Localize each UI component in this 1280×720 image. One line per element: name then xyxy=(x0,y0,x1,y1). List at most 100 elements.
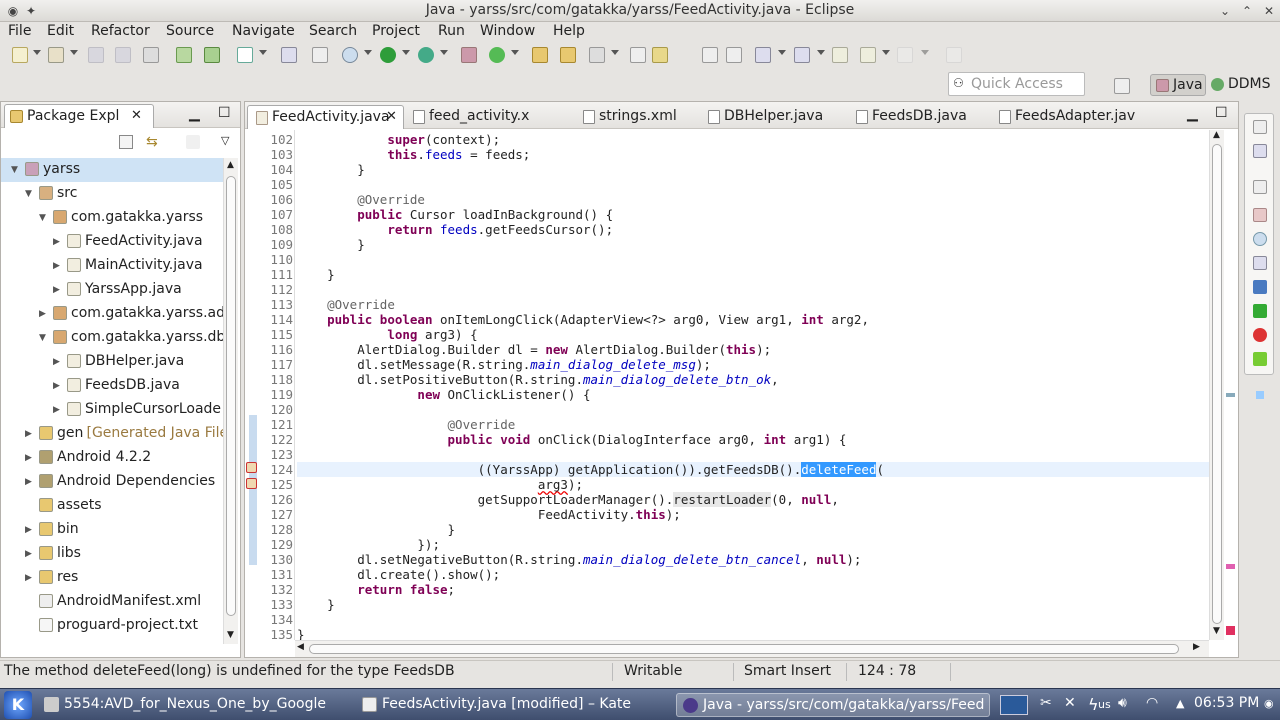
code-line[interactable]: dl.setNegativeButton(R.string.main_dialo… xyxy=(297,552,861,567)
editor-horizontal-scrollbar[interactable]: ◀ ▶ xyxy=(295,640,1209,657)
maximize-icon[interactable]: ⌃ xyxy=(1238,2,1256,20)
toggle-breadcrumb-icon[interactable] xyxy=(652,47,668,63)
tree-item[interactable]: ▶ FeedActivity.java xyxy=(1,230,223,254)
tab-strings-xml[interactable]: strings.xml xyxy=(575,105,697,129)
tree-item[interactable]: ▼ com.gatakka.yarss.db xyxy=(1,326,223,350)
package-explorer-tab[interactable]: Package Expl ✕ xyxy=(4,104,154,128)
expand-arrow-icon[interactable]: ▶ xyxy=(53,357,60,367)
code-line[interactable]: } xyxy=(297,522,456,537)
last-edit-location-icon[interactable] xyxy=(832,47,848,63)
overview-ruler[interactable] xyxy=(1224,130,1238,640)
code-line[interactable]: } xyxy=(297,627,305,640)
previous-annotation-dropdown-icon[interactable] xyxy=(817,50,825,55)
search-toolbar-icon[interactable] xyxy=(589,47,605,63)
expand-arrow-icon[interactable]: ▶ xyxy=(25,477,32,487)
bluetooth-icon[interactable]: ϟ xyxy=(1088,695,1099,714)
lint-dropdown-icon[interactable] xyxy=(259,50,267,55)
scroll-down-icon[interactable]: ▼ xyxy=(227,630,234,640)
class-dropdown-icon[interactable] xyxy=(511,50,519,55)
open-perspective-icon[interactable] xyxy=(1114,78,1130,94)
quick-access-input[interactable]: ⚇ Quick Access xyxy=(948,72,1085,96)
menu-refactor[interactable]: Refactor xyxy=(91,23,150,39)
network-manager-icon[interactable]: ✕ xyxy=(1064,695,1076,711)
restore-icon[interactable] xyxy=(1253,180,1267,194)
pin-editor-icon[interactable] xyxy=(946,47,962,63)
tree-item[interactable]: ▶ Android Dependencies xyxy=(1,470,223,494)
block-selection-icon[interactable] xyxy=(702,47,718,63)
code-line[interactable]: long arg3) { xyxy=(297,327,477,342)
new-wizard-icon[interactable] xyxy=(48,47,64,63)
tree-item[interactable]: proguard-project.txt xyxy=(1,614,223,638)
code-line[interactable]: super(context); xyxy=(297,132,500,147)
back-dropdown-icon[interactable] xyxy=(882,50,890,55)
code-line[interactable]: arg3); xyxy=(297,477,583,492)
menu-help[interactable]: Help xyxy=(553,23,585,39)
android-sdk-icon[interactable] xyxy=(176,47,192,63)
tab-feedsadapter-java[interactable]: FeedsAdapter.jav xyxy=(991,105,1157,129)
tab-feed-activity-xml[interactable]: feed_activity.x xyxy=(405,105,573,129)
expand-arrow-icon[interactable]: ▶ xyxy=(53,261,60,271)
menu-edit[interactable]: Edit xyxy=(47,23,74,39)
tree-item[interactable]: ▶ com.gatakka.yarss.ad xyxy=(1,302,223,326)
tab-feedactivity-java[interactable]: FeedActivity.java ✕ xyxy=(247,105,404,129)
expand-arrow-icon[interactable]: ▶ xyxy=(53,381,60,391)
tray-expand-icon[interactable]: ▲ xyxy=(1176,697,1184,710)
menu-source[interactable]: Source xyxy=(166,23,214,39)
code-line[interactable]: getSupportLoaderManager().restartLoader(… xyxy=(297,492,839,507)
code-line[interactable]: @Override xyxy=(297,417,516,432)
print-icon[interactable] xyxy=(143,47,159,63)
kde-menu-button[interactable]: K xyxy=(4,691,32,719)
collapse-arrow-icon[interactable]: ▼ xyxy=(25,189,32,199)
avd-manager-icon[interactable] xyxy=(204,47,220,63)
tree-item[interactable]: ▶ bin xyxy=(1,518,223,542)
task-kate[interactable]: FeedsActivity.java [modified] – Kate xyxy=(356,693,666,717)
console-view-icon[interactable] xyxy=(1253,280,1267,294)
menu-navigate[interactable]: Navigate xyxy=(232,23,295,39)
outline-view-icon[interactable] xyxy=(1253,144,1267,158)
status-insert-mode[interactable]: Smart Insert xyxy=(744,663,831,679)
tree-item[interactable]: ▶ FeedsDB.java xyxy=(1,374,223,398)
editor-scroll-thumb[interactable] xyxy=(1212,144,1222,624)
error-marker-icon[interactable] xyxy=(246,478,257,489)
overview-error-marker[interactable] xyxy=(1226,564,1235,569)
save-all-icon[interactable] xyxy=(115,47,131,63)
tree-item[interactable]: ▶ Android 4.2.2 xyxy=(1,446,223,470)
scroll-left-icon[interactable]: ◀ xyxy=(297,642,304,652)
tree-scroll-thumb[interactable] xyxy=(226,176,236,616)
toggle-mark-icon[interactable] xyxy=(630,47,646,63)
code-line[interactable]: this.feeds = feeds; xyxy=(297,147,530,162)
panel-toolbox-icon[interactable]: ◉ xyxy=(1264,697,1274,710)
menu-file[interactable]: File xyxy=(8,23,31,39)
close-view-icon[interactable]: ✕ xyxy=(131,108,142,123)
minimize-editor-icon[interactable]: ▁ xyxy=(1187,106,1198,122)
overview-error-indicator[interactable] xyxy=(1226,626,1235,635)
code-line[interactable]: dl.setPositiveButton(R.string.main_dialo… xyxy=(297,372,778,387)
scroll-up-icon[interactable]: ▲ xyxy=(1213,130,1220,140)
tree-item[interactable]: ▶ YarssApp.java xyxy=(1,278,223,302)
forward-icon[interactable] xyxy=(897,47,913,63)
collapse-arrow-icon[interactable]: ▼ xyxy=(39,213,46,223)
code-line[interactable]: }); xyxy=(297,537,440,552)
error-log-view-icon[interactable] xyxy=(1253,328,1267,342)
expand-arrow-icon[interactable]: ▶ xyxy=(53,405,60,415)
tree-item[interactable]: ▼ yarss xyxy=(1,158,223,182)
menu-window[interactable]: Window xyxy=(480,23,535,39)
code-line[interactable]: } xyxy=(297,162,365,177)
perspective-java[interactable]: Java xyxy=(1150,74,1206,96)
expand-arrow-icon[interactable]: ▶ xyxy=(25,525,32,535)
link-with-editor-icon[interactable]: ⇆ xyxy=(146,134,158,150)
task-avd-emulator[interactable]: 5554:AVD_for_Nexus_One_by_Google xyxy=(38,693,348,717)
skip-breakpoints-icon[interactable] xyxy=(312,47,328,63)
code-line[interactable]: } xyxy=(297,597,335,612)
code-line[interactable]: } xyxy=(297,267,335,282)
menu-project[interactable]: Project xyxy=(372,23,420,39)
tree-item[interactable]: ▶ MainActivity.java xyxy=(1,254,223,278)
new-dropdown-icon[interactable] xyxy=(33,50,41,55)
volume-icon[interactable]: 🔊︎ xyxy=(1118,695,1127,711)
show-whitespace-icon[interactable] xyxy=(726,47,742,63)
window-titlebar[interactable]: ◉ ✦ Java - yarss/src/com/gatakka/yarss/F… xyxy=(0,0,1280,22)
expand-arrow-icon[interactable]: ▶ xyxy=(53,285,60,295)
tab-feedsdb-java[interactable]: FeedsDB.java xyxy=(848,105,988,129)
tree-item[interactable]: ▶ res xyxy=(1,566,223,590)
pager-icon[interactable] xyxy=(1000,695,1028,715)
